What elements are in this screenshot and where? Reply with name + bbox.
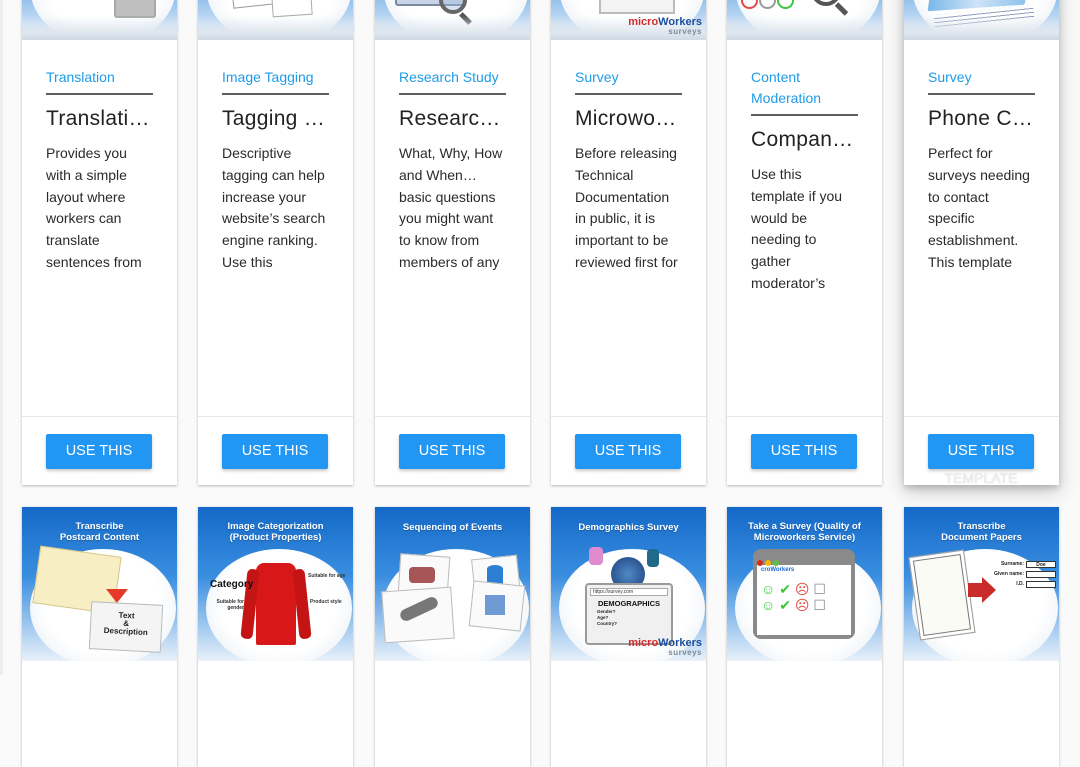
document-paper-icon (908, 549, 976, 641)
category-label: Category (210, 579, 254, 590)
use-template-button[interactable]: USE THIS TEMPLATE (46, 434, 152, 486)
template-title: Translati… (46, 107, 150, 130)
template-card[interactable]: Translation Translati… Provides you with… (22, 0, 177, 486)
template-thumbnail: Transcribe Postcard Content Text & Descript… (22, 507, 177, 661)
template-grid: Translation Translati… Provides you with… (0, 0, 1080, 767)
template-thumbnail: microWorkers surveys (551, 0, 706, 40)
template-title: Tagging … (222, 107, 326, 130)
template-category: Survey (928, 67, 1035, 95)
template-title: Compan… (751, 128, 854, 151)
use-template-button[interactable]: USE THIS TEMPLATE (575, 434, 681, 486)
template-thumbnail: Image Categorization (Product Properties)… (198, 507, 353, 661)
template-thumbnail (904, 0, 1059, 40)
use-template-button[interactable]: USE THIS TEMPLATE (399, 434, 505, 486)
card-actions: USE THIS TEMPLATE (727, 416, 882, 486)
text-description-sheet: Text & Description (88, 601, 164, 653)
template-thumbnail: Sequencing of Events (375, 507, 530, 661)
template-card[interactable]: Content Moderation Compan… Use this temp… (727, 0, 882, 486)
template-card[interactable]: Take a Survey (Quality of Microworkers Se… (727, 507, 882, 767)
checklist-icon (599, 0, 675, 14)
survey-app-window: croWorkers ☺ ✔ ☹ ☐ ☺ ✔ ☹ ☐ (753, 549, 855, 639)
use-template-button[interactable]: USE THIS TEMPLATE (751, 434, 857, 486)
template-title: Research… (399, 107, 506, 130)
template-card[interactable]: Survey Phone C… Perfect for surveys need… (904, 0, 1059, 486)
thumbnail-title: Demographics Survey (578, 522, 679, 533)
template-description: Provides you with a simple layout where … (46, 145, 142, 270)
template-category: Survey (575, 67, 682, 95)
template-thumbnail: Demographics Survey https://survey.com D… (551, 507, 706, 661)
template-card[interactable]: Demographics Survey https://survey.com D… (551, 507, 706, 767)
template-title: Phone C… (928, 107, 1034, 130)
template-thumbnail: Take a Survey (Quality of Microworkers Se… (727, 507, 882, 661)
template-description: Perfect for surveys needing to contact s… (928, 145, 1030, 270)
thumbnail-title: Sequencing of Events (402, 522, 503, 533)
thumbnail-title: Transcribe Postcard Content (59, 521, 140, 543)
card-actions: USE THIS TEMPLATE (198, 416, 353, 486)
template-card[interactable]: microWorkers surveys Survey Microwor… Bef… (551, 0, 706, 486)
use-template-button[interactable]: USE THIS TEMPLATE (928, 434, 1034, 486)
template-description: Use this template if you would be needin… (751, 166, 843, 291)
template-card[interactable]: Transcribe Document Papers Surname: Doe Gi… (904, 507, 1059, 767)
use-template-button[interactable]: USE THIS TEMPLATE (222, 434, 328, 486)
template-description: Before releasing Technical Documentation… (575, 145, 678, 270)
browser-form: https://survey.com DEMOGRAPHICS Gender? A… (585, 583, 673, 645)
template-category: Translation (46, 67, 153, 95)
arrow-right-icon (968, 583, 982, 597)
template-description: What, Why, How and When… basic questions… (399, 145, 503, 270)
card-actions: USE THIS TEMPLATE (904, 416, 1059, 486)
template-category: Research Study (399, 67, 506, 95)
card-actions: USE THIS TEMPLATE (375, 416, 530, 486)
template-thumbnail (22, 0, 177, 40)
template-card[interactable]: Research Study Research… What, Why, How … (375, 0, 530, 486)
thumbnail-title: Take a Survey (Quality of Microworkers Se… (748, 521, 861, 543)
thumbnail-title: Image Categorization (Product Properties) (227, 521, 324, 543)
template-card[interactable]: Sequencing of Events (375, 507, 530, 767)
red-shirt-icon (256, 563, 296, 645)
template-thumbnail: Transcribe Document Papers Surname: Doe Gi… (904, 507, 1059, 661)
template-card[interactable]: Image Tagging Tagging … Descriptive tagg… (198, 0, 353, 486)
template-card[interactable]: Transcribe Postcard Content Text & Descript… (22, 507, 177, 767)
template-title: Microwor… (575, 107, 682, 130)
template-thumbnail (198, 0, 353, 40)
arrow-down-icon (106, 589, 128, 603)
card-actions: USE THIS TEMPLATE (551, 416, 706, 486)
template-thumbnail (727, 0, 882, 40)
microworkers-surveys-logo: microWorkers surveys (628, 16, 702, 37)
template-description: Descriptive tagging can help increase yo… (222, 145, 326, 270)
thumbnail-title: Transcribe Document Papers (941, 521, 1022, 543)
template-thumbnail (375, 0, 530, 40)
template-category: Image Tagging (222, 67, 329, 95)
template-card[interactable]: Image Categorization (Product Properties)… (198, 507, 353, 767)
microworkers-surveys-logo: microWorkers surveys (628, 637, 702, 658)
template-category: Content Moderation (751, 67, 858, 116)
card-actions: USE THIS TEMPLATE (22, 416, 177, 486)
transcription-form: Surname: Doe Given name: I.D. (992, 561, 1056, 588)
